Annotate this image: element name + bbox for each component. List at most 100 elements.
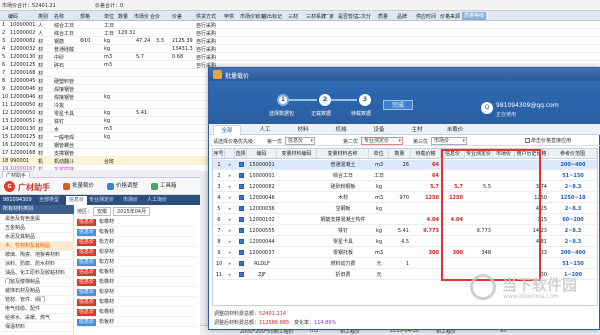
sheet-row[interactable]: 5 12000130 材 中砂 m3 5.7 0.68 自行采购 — [0, 53, 600, 61]
tab-1[interactable]: 人工 — [251, 125, 279, 135]
apply-directly-checkbox[interactable]: 单击价格直接应用 — [525, 137, 571, 144]
category-item[interactable]: 管材、管件、阀门 — [0, 296, 74, 305]
category-item[interactable]: 装饰石材及制品 — [0, 287, 74, 296]
product-row[interactable]: 信息价 松橡材 — [77, 307, 195, 317]
table-col-header[interactable]: 用户历史价格 — [515, 149, 549, 159]
sheet-cell: 冷拔 — [54, 103, 65, 109]
price-type-tab[interactable]: 专业测定价 — [86, 196, 117, 205]
product-row[interactable]: 信息价 松橡材 — [77, 277, 195, 287]
category-item[interactable]: 五金制品 — [0, 224, 74, 233]
row-checkbox[interactable] — [238, 228, 244, 233]
category-item[interactable]: 给排水、采暖、燃气 — [0, 314, 74, 323]
table-cell: 1250 — [449, 195, 463, 201]
priority-2-select[interactable]: 专业测定价 — [361, 137, 403, 145]
panel-button-0[interactable]: 批量载价 — [62, 182, 97, 191]
tab-6[interactable]: 未载价 — [441, 125, 469, 135]
tab-5[interactable]: 主材 — [403, 125, 431, 135]
sheet-col-header[interactable]: 质量等级 — [462, 12, 487, 20]
table-col-header[interactable]: 编码 — [247, 149, 277, 159]
sheet-cell: 5 — [2, 54, 6, 60]
region-select[interactable]: 安徽 — [93, 207, 112, 216]
category-item[interactable]: 木、竹材料及其制品 — [0, 242, 74, 251]
row-checkbox[interactable] — [238, 261, 244, 266]
table-cell: 200~400 — [560, 250, 586, 256]
panel-button-label: 工具箱 — [160, 183, 177, 189]
sheet-row[interactable]: 4 12000032 材 普通硅酸 kg 13431.3 自行采购 — [0, 45, 600, 53]
sheet-cell: 13431.3 — [172, 46, 193, 52]
product-row[interactable]: 信息价 松杂材 — [77, 287, 195, 297]
tab-0[interactable]: 全部 — [213, 125, 241, 135]
row-checkbox[interactable] — [238, 195, 244, 200]
table-row[interactable]: 2 ▸ 10000001 综合工日 工日 64 51~150 — [213, 171, 597, 181]
category-item[interactable]: 黑色及有色金属 — [0, 215, 74, 224]
product-row[interactable]: 信息价 松杂材 — [77, 247, 195, 257]
price-type-tab[interactable]: 人工询价 — [144, 196, 170, 205]
product-row[interactable]: 信息价 松板材 — [77, 317, 195, 327]
price-type-tab[interactable]: 全部类型 — [36, 196, 62, 205]
panel-button-1[interactable]: 价格调整 — [106, 182, 141, 191]
table-col-header[interactable]: 参考价范围 — [549, 149, 597, 159]
table-col-header[interactable]: 数量 — [389, 149, 411, 159]
product-row[interactable]: 信息价 松板材 — [77, 267, 195, 277]
row-checkbox[interactable] — [238, 272, 244, 277]
table-col-header[interactable]: 序号 — [213, 149, 225, 159]
table-row[interactable]: 1 ▸ 15000001 普通混凝土 m3 26 64 200~400 — [213, 160, 597, 170]
product-row[interactable]: 信息价 松方材 — [77, 237, 195, 247]
period-select[interactable]: 2015年04月 — [113, 207, 151, 216]
category-item[interactable]: 油品、化工原料及胶粘材料 — [0, 269, 74, 278]
category-item[interactable]: 水泥及其制品 — [0, 233, 74, 242]
table-col-header[interactable]: 信息价 — [441, 149, 465, 159]
table-col-header[interactable]: 选择 — [235, 149, 247, 159]
product-row[interactable]: 信息价 松板材 — [77, 227, 195, 237]
table-col-header[interactable]: 单位 — [369, 149, 389, 159]
table-row[interactable]: 6 ▸ 12000102 钢筋支撑混凝土构件 4.04 4.04 115 60~200 — [213, 215, 597, 225]
step-2-icon[interactable]: 2 — [319, 94, 331, 106]
tab-2[interactable]: 材料 — [289, 125, 317, 135]
market-total-text: 市场价合计：52401.21 — [2, 3, 56, 9]
table-row[interactable]: 3 ▸ 12000082 硅砂粉钢板 kg 5.7 5.7 5.5 3.74 2~8.3 — [213, 182, 597, 192]
product-row[interactable]: 信息价 松橡材 — [77, 297, 195, 307]
sheet-row[interactable]: 1 10000001 人 综合工日 工日 自行采购 — [0, 21, 600, 29]
table-row[interactable]: 7 ▸ 12000555 铁钉 kg 5.41 9.773 9.773 14.23 2~8.3 — [213, 226, 597, 236]
row-checkbox[interactable] — [238, 250, 244, 255]
table-row[interactable]: 8 ▸ 12000044 零星卡具 kg 4.5 4.81 2~8.3 — [213, 237, 597, 247]
table-cell: ▸ — [228, 250, 232, 256]
table-row[interactable]: 5 ▸ 12000036 宝钢板 kg 4.25 2~8.3 — [213, 204, 597, 214]
table-col-header[interactable]: 待载价格 — [411, 149, 441, 159]
sheet-cell: kg — [104, 118, 111, 124]
tab-4[interactable]: 设备 — [365, 125, 393, 135]
table-row[interactable]: 9 ▸ 12000037 零钢托板 m3 300 300 348 33 200~400 — [213, 248, 597, 258]
category-item[interactable]: 玻璃、陶瓷、地板等材料 — [0, 251, 74, 260]
table-row[interactable]: 4 ▸ 12000046 木材 m3 970 1250 1250 1250 1250~18 — [213, 193, 597, 203]
table-col-header[interactable]: 市场价 — [493, 149, 515, 159]
category-item[interactable]: 涂料、防腐、防水材料 — [0, 260, 74, 269]
sheet-cell: 3.3 — [156, 38, 164, 44]
priority-1-select[interactable]: 信息价 — [285, 137, 315, 145]
product-row[interactable]: 信息价 松方材 — [77, 257, 195, 267]
row-checkbox[interactable] — [238, 173, 244, 178]
row-checkbox[interactable] — [238, 217, 244, 222]
sheet-cell: 材 — [38, 39, 44, 45]
category-item[interactable]: 门窗及楼梯制品 — [0, 278, 74, 287]
table-col-header[interactable]: 变量材料编码 — [277, 149, 317, 159]
step-3-icon[interactable]: 3 — [359, 94, 371, 106]
step-1-icon[interactable]: 1 — [277, 94, 289, 106]
finish-button[interactable]: 完成 — [383, 100, 413, 110]
priority-3-select[interactable]: 市场价 — [431, 137, 467, 145]
sheet-row[interactable]: 3 12000082 材 钢筋 Φ10 kg 47.24 3.3 2125.39 自行采购 — [0, 37, 600, 45]
product-row[interactable]: 信息价 松橡材 — [77, 217, 195, 227]
row-checkbox[interactable] — [238, 184, 244, 189]
row-checkbox[interactable] — [238, 206, 244, 211]
table-col-header[interactable] — [225, 149, 235, 159]
table-col-header[interactable]: 变量材料名称 — [317, 149, 369, 159]
panel-button-2[interactable]: 工具箱 — [150, 182, 180, 191]
price-type-tab[interactable]: 市场价 — [120, 196, 141, 205]
sheet-row[interactable]: 2 11000002 人 综合工日 工日 120.31 自行采购 — [0, 29, 600, 37]
category-item[interactable]: 保温材料 — [0, 323, 74, 332]
tab-3[interactable]: 机械 — [327, 125, 355, 135]
table-col-header[interactable]: 专业测定价 — [465, 149, 493, 159]
row-checkbox[interactable] — [238, 162, 244, 167]
category-item[interactable]: 电气线缆、配件 — [0, 305, 74, 314]
row-checkbox[interactable] — [238, 239, 244, 244]
price-type-tab[interactable]: 信息价 — [66, 196, 88, 205]
